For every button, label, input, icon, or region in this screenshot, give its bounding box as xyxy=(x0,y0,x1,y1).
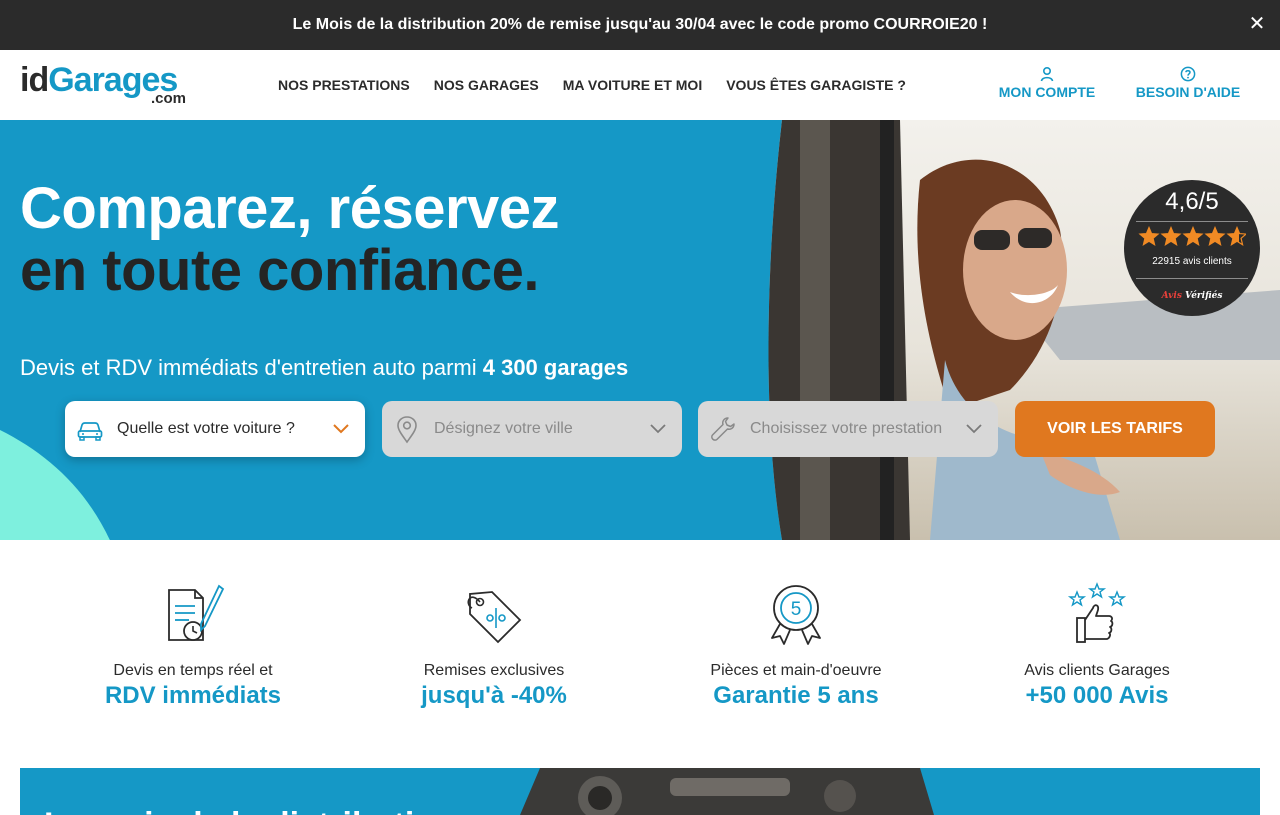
quote-document-icon xyxy=(168,584,225,641)
avis-verifies-logo: Avis Vérifiés xyxy=(1124,291,1260,301)
rating-star-icon xyxy=(1182,226,1204,246)
nav-item-garages[interactable]: NOS GARAGES xyxy=(434,77,539,93)
chevron-down-icon xyxy=(333,424,349,434)
service-select[interactable]: Choisissez votre prestation xyxy=(698,401,998,457)
feature-garantie: 5 Pièces et main-d'oeuvre Garantie 5 ans xyxy=(646,582,946,710)
promo-teaser-banner[interactable]: Le mois de la distribution xyxy=(20,768,1260,815)
feature-line2: Garantie 5 ans xyxy=(713,682,879,709)
engine-photo xyxy=(520,768,934,815)
logo-id: id xyxy=(20,61,49,99)
rating-divider xyxy=(1136,278,1248,279)
feature-avis: Avis clients Garages +50 000 Avis xyxy=(947,582,1247,710)
help-label: BESOIN D'AIDE xyxy=(1135,84,1241,100)
feature-devis: Devis en temps réel et RDV immédiats xyxy=(43,582,343,710)
rating-count: 22915 avis clients xyxy=(1152,256,1232,267)
discount-tag-icon xyxy=(467,591,522,644)
hero-title-line1: Comparez, réservez xyxy=(20,176,560,241)
avis-verifies-suffix: Vérifiés xyxy=(1185,291,1223,301)
hero-subtitle: Devis et RDV immédiats d'entretien auto … xyxy=(20,355,628,381)
help-link[interactable]: BESOIN D'AIDE xyxy=(1134,66,1242,106)
location-pin-icon xyxy=(397,416,417,444)
feature-line1: Avis clients Garages xyxy=(1024,662,1170,679)
close-icon[interactable]: ✕ xyxy=(1244,11,1270,37)
service-select-placeholder: Choisissez votre prestation xyxy=(750,420,943,437)
car-select-label: Quelle est votre voiture ? xyxy=(117,420,295,437)
promo-banner: Le Mois de la distribution 20% de remise… xyxy=(0,0,1280,50)
feature-line2: jusqu'à -40% xyxy=(421,682,567,709)
account-link[interactable]: MON COMPTE xyxy=(997,66,1097,106)
features-section: Devis en temps réel et RDV immédiats Rem… xyxy=(0,540,1280,768)
rating-star-icon xyxy=(1226,226,1246,246)
car-icon xyxy=(77,422,103,441)
promo-text: Le Mois de la distribution 20% de remise… xyxy=(292,16,988,33)
feature-line1: Remises exclusives xyxy=(423,662,565,679)
rating-badge[interactable]: 4,6/5 22915 avis clients Avis Vérifiés xyxy=(1124,180,1260,316)
feature-line1: Devis en temps réel et xyxy=(113,662,273,679)
car-select[interactable]: Quelle est votre voiture ? xyxy=(65,401,365,457)
warranty-badge-number: 5 xyxy=(791,599,802,620)
chevron-down-icon xyxy=(966,424,982,434)
help-icon xyxy=(1180,66,1196,82)
nav-item-ma-voiture[interactable]: MA VOITURE ET MOI xyxy=(563,77,702,93)
feature-line2: +50 000 Avis xyxy=(1025,682,1169,709)
logo-com: .com xyxy=(151,90,187,107)
city-select[interactable]: Désignez votre ville xyxy=(382,401,682,457)
hero-title: Comparez, réservez en toute confiance. xyxy=(20,176,560,303)
rating-star-icon xyxy=(1138,226,1160,246)
thumbs-up-stars-icon xyxy=(1067,582,1127,643)
nav-item-prestations[interactable]: NOS PRESTATIONS xyxy=(278,77,410,93)
warranty-badge-icon: 5 xyxy=(771,585,821,645)
nav-item-garagiste[interactable]: VOUS ÊTES GARAGISTE ? xyxy=(726,77,906,93)
wrench-icon xyxy=(711,417,735,441)
main-nav: NOS PRESTATIONS NOS GARAGES MA VOITURE E… xyxy=(278,50,906,120)
city-select-placeholder: Désignez votre ville xyxy=(434,420,573,437)
rating-stars xyxy=(1138,226,1246,246)
chevron-down-icon xyxy=(650,424,666,434)
rating-star-icon xyxy=(1204,226,1226,246)
idgarages-logo[interactable]: idGarages .com xyxy=(20,62,190,110)
site-header: idGarages .com NOS PRESTATIONS NOS GARAG… xyxy=(0,50,1280,120)
rating-star-icon xyxy=(1160,226,1182,246)
hero-section: Comparez, réservez en toute confiance. D… xyxy=(0,120,1280,540)
rating-divider xyxy=(1136,221,1248,222)
account-label: MON COMPTE xyxy=(998,84,1096,100)
feature-remises: Remises exclusives jusqu'à -40% xyxy=(344,582,644,710)
rating-score: 4,6/5 xyxy=(1165,188,1219,215)
hero-subtitle-text: Devis et RDV immédiats d'entretien auto … xyxy=(20,355,477,380)
feature-line1: Pièces et main-d'oeuvre xyxy=(710,662,882,679)
hero-subtitle-strong: 4 300 garages xyxy=(482,355,629,380)
see-prices-button[interactable]: VOIR LES TARIFS xyxy=(1015,401,1215,457)
feature-line2: RDV immédiats xyxy=(104,682,282,709)
teaser-title: Le mois de la distribution xyxy=(44,806,456,815)
user-icon xyxy=(1040,66,1054,82)
hero-title-line2: en toute confiance. xyxy=(20,238,540,303)
avis-verifies-prefix: Avis xyxy=(1161,291,1182,301)
